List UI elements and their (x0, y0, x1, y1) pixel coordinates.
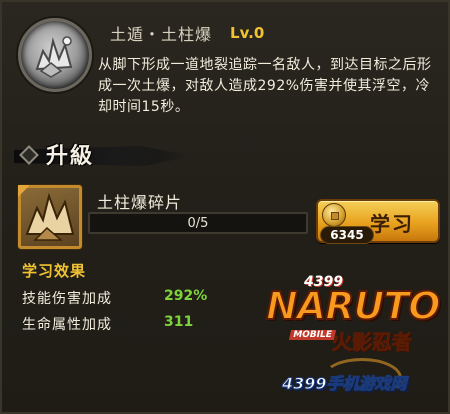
stat-label: 技能伤害加成 (22, 291, 112, 307)
brush-stroke-decoration (14, 146, 194, 166)
skill-level: Lv.0 (230, 24, 265, 42)
skill-title-row: 土遁・土柱爆 Lv.0 (110, 22, 264, 44)
skill-detail-panel: 土遁・土柱爆 Lv.0 从脚下形成一道地裂追踪一名敌人，到达目标之后形成一次土爆… (0, 0, 450, 414)
learn-button-label: 学习 (370, 212, 414, 236)
watermark-site: 4399手机游戏网 (282, 374, 408, 394)
learn-cost: 6345 (320, 226, 374, 244)
effect-title: 学习效果 (22, 262, 87, 280)
stat-label: 生命属性加成 (22, 317, 112, 333)
watermark-logo: NARUTO (265, 283, 442, 329)
upgrade-banner: 升級 (14, 134, 194, 174)
skill-name: 土遁・土柱爆 (110, 25, 213, 44)
coin-icon (322, 203, 346, 227)
watermark-cn-title: 火影忍者 (332, 330, 413, 355)
progress-text: 0/5 (187, 216, 209, 231)
stat-value: 292% (164, 288, 208, 304)
stat-value: 311 (164, 314, 194, 330)
naruto-4399-watermark: 4399 NARUTO MOBILE 火影忍者 4399手机游戏网 (262, 270, 450, 414)
fragment-corner-badge (18, 185, 30, 197)
upgrade-label: 升級 (46, 144, 95, 169)
skill-description: 从脚下形成一道地裂追踪一名敌人，到达目标之后形成一次土爆，对敌人造成292%伤害… (98, 57, 432, 115)
watermark-mobile: MOBILE (288, 330, 336, 340)
fragment-name: 土柱爆碎片 (97, 193, 183, 212)
fragment-progress-bar: 0/5 (88, 212, 308, 234)
earth-burst-skill-icon (18, 18, 92, 92)
